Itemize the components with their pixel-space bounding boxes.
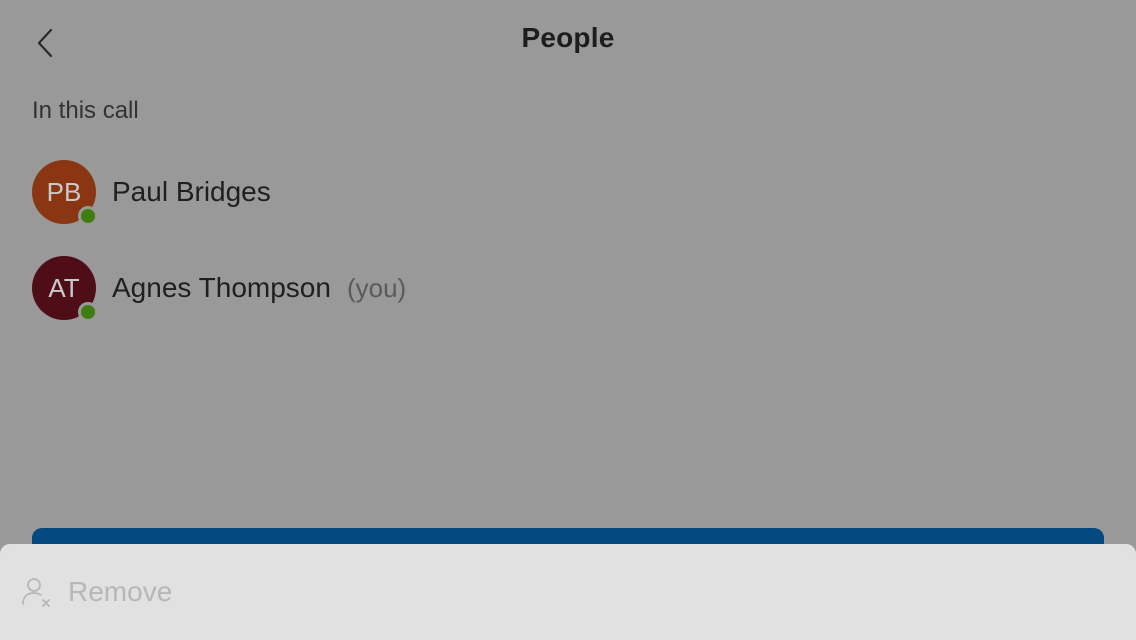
page-title: People [521,22,615,53]
remove-button[interactable]: Remove [20,572,172,612]
participant-name: Agnes Thompson [112,272,331,303]
avatar: PB [32,160,98,226]
avatar-initials: AT [48,272,80,303]
avatar: AT [32,256,98,322]
participant-name: Paul Bridges [112,176,271,207]
header: People [0,0,1136,84]
remove-person-icon [22,578,50,607]
action-sheet: Remove [0,544,1136,640]
avatar-initials: PB [46,176,82,207]
status-available-icon [78,302,98,322]
participant-agnes-thompson[interactable]: AT Agnes Thompson (you) [32,256,1104,322]
you-tag: (you) [346,272,407,303]
section-label: In this call [32,97,139,124]
participant-paul-bridges[interactable]: PB Paul Bridges [32,160,1104,226]
status-available-icon [78,206,98,226]
remove-label: Remove [68,576,173,607]
